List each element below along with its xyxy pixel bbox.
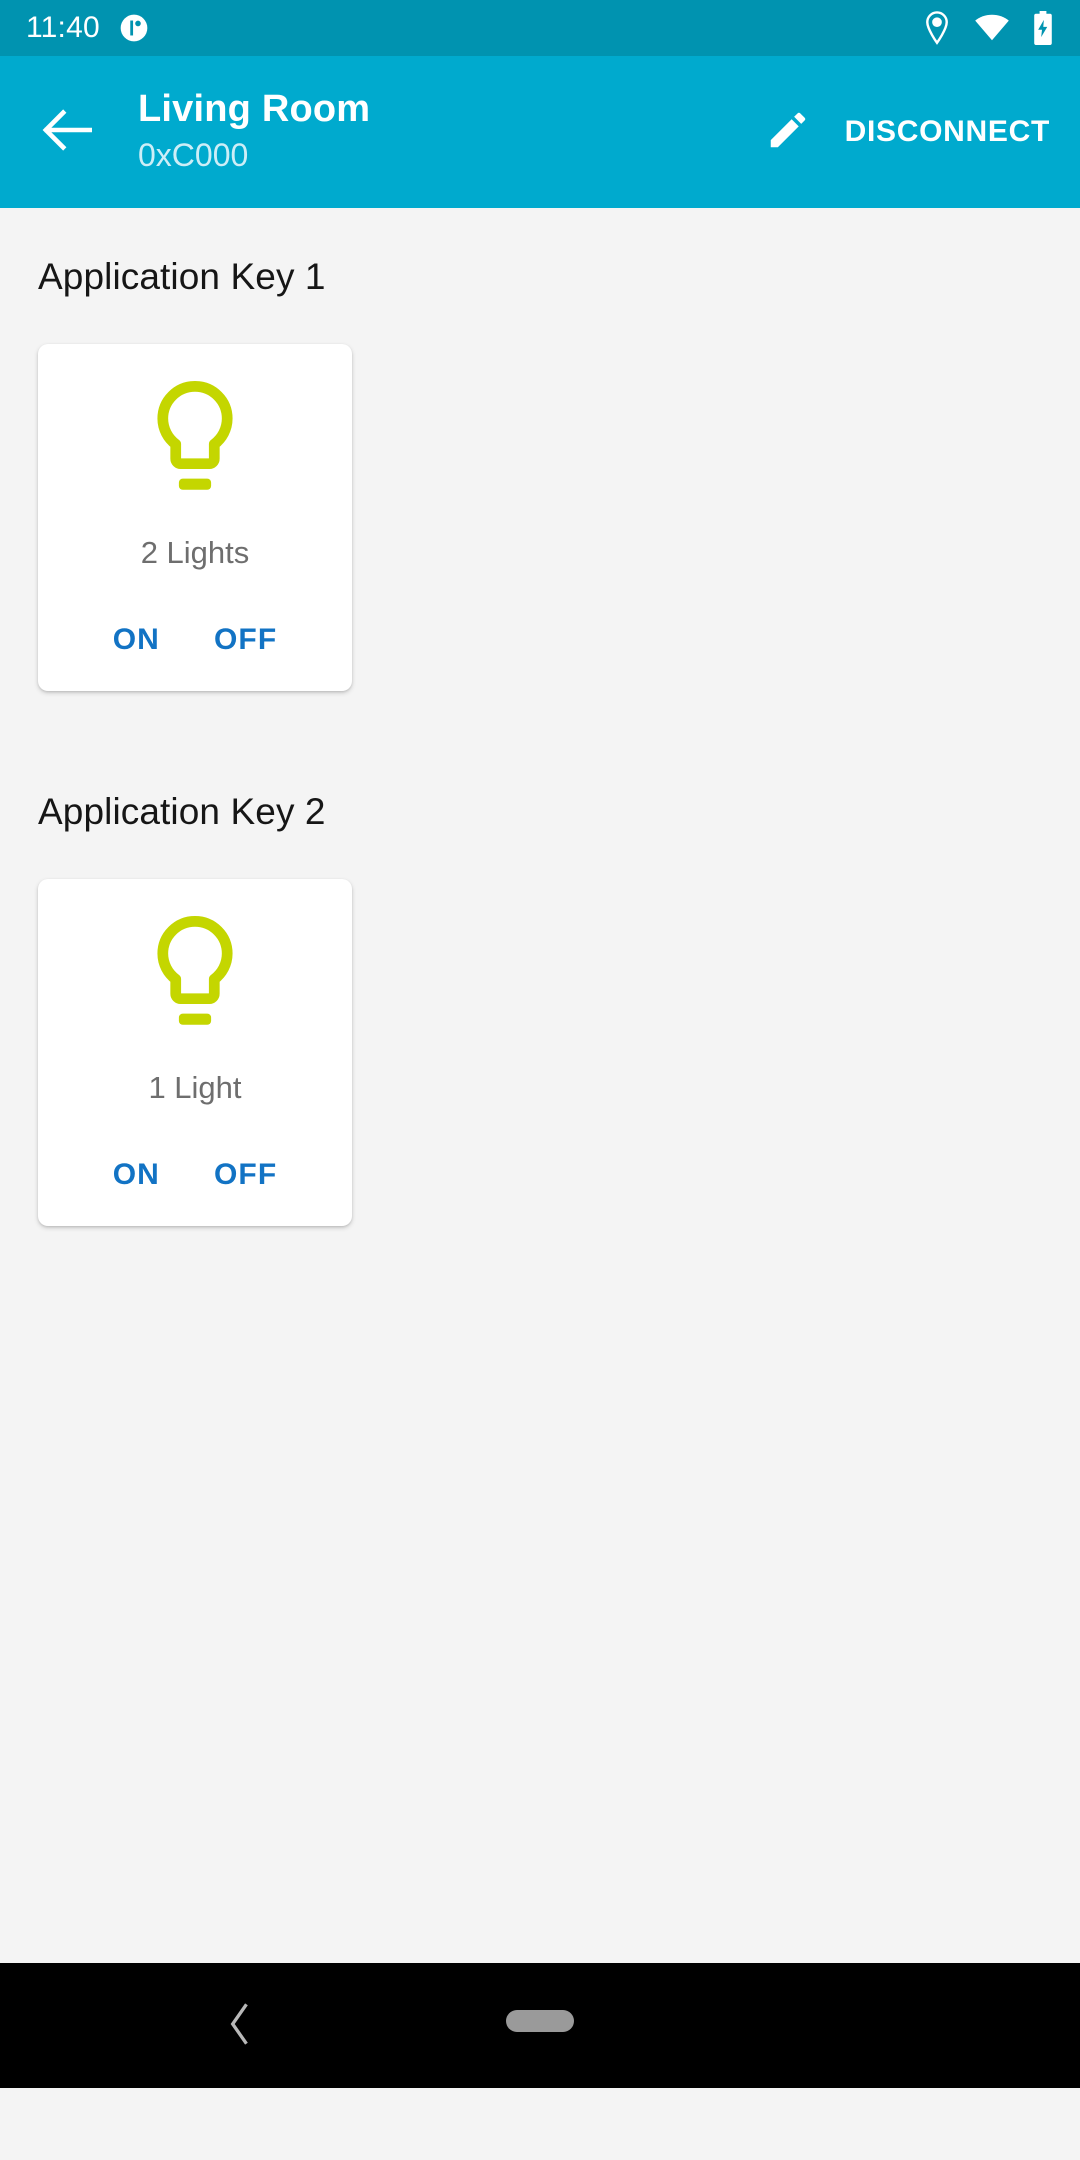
edit-button[interactable] bbox=[751, 95, 825, 169]
light-group-card[interactable]: 1 Light ON OFF bbox=[38, 879, 352, 1226]
light-off-button[interactable]: OFF bbox=[202, 615, 289, 665]
section-application-key-2: Application Key 2 1 Light ON OFF bbox=[0, 743, 1080, 1226]
section-title: Application Key 2 bbox=[38, 791, 326, 832]
nav-back-button[interactable] bbox=[205, 1991, 275, 2061]
section-application-key-1: Application Key 1 2 Lights ON OFF bbox=[0, 208, 1080, 691]
lightbulb-icon bbox=[141, 380, 249, 507]
lightbulb-icon-wrap bbox=[38, 915, 352, 1042]
lightbulb-icon-wrap bbox=[38, 380, 352, 507]
back-arrow-icon bbox=[42, 108, 93, 157]
nav-home-pill-icon[interactable] bbox=[506, 2010, 574, 2032]
page-subtitle: 0xC000 bbox=[138, 137, 249, 174]
status-bar-clock: 11:40 bbox=[26, 11, 100, 44]
app-bar: Living Room 0xC000 DISCONNECT bbox=[0, 56, 1080, 208]
app-bar-titles: Living Room 0xC000 bbox=[138, 89, 751, 174]
lightbulb-icon bbox=[141, 915, 249, 1042]
status-bar-left: 11:40 bbox=[26, 11, 150, 45]
light-on-button[interactable]: ON bbox=[101, 1150, 172, 1200]
card-actions: ON OFF bbox=[38, 615, 352, 665]
status-bar: 11:40 bbox=[0, 0, 1080, 56]
page-title: Living Room bbox=[138, 88, 371, 131]
nav-back-chevron-icon bbox=[223, 2002, 257, 2051]
light-group-card[interactable]: 2 Lights ON OFF bbox=[38, 344, 352, 691]
system-navigation-bar bbox=[0, 1963, 1080, 2088]
disconnect-button[interactable]: DISCONNECT bbox=[841, 101, 1054, 163]
pencil-icon bbox=[765, 107, 811, 158]
light-on-button[interactable]: ON bbox=[101, 615, 172, 665]
battery-charging-icon bbox=[1032, 11, 1054, 45]
wifi-icon bbox=[974, 14, 1010, 42]
light-count-label: 1 Light bbox=[148, 1070, 242, 1105]
location-pin-icon bbox=[922, 11, 952, 45]
light-count-label: 2 Lights bbox=[140, 535, 250, 570]
card-actions: ON OFF bbox=[38, 1150, 352, 1200]
content-area: Application Key 1 2 Lights ON OFF Applic… bbox=[0, 208, 1080, 2088]
back-button[interactable] bbox=[30, 95, 104, 169]
notification-circle-icon bbox=[118, 12, 150, 44]
light-off-button[interactable]: OFF bbox=[202, 1150, 289, 1200]
status-bar-right bbox=[922, 11, 1054, 45]
section-title: Application Key 1 bbox=[38, 256, 326, 297]
